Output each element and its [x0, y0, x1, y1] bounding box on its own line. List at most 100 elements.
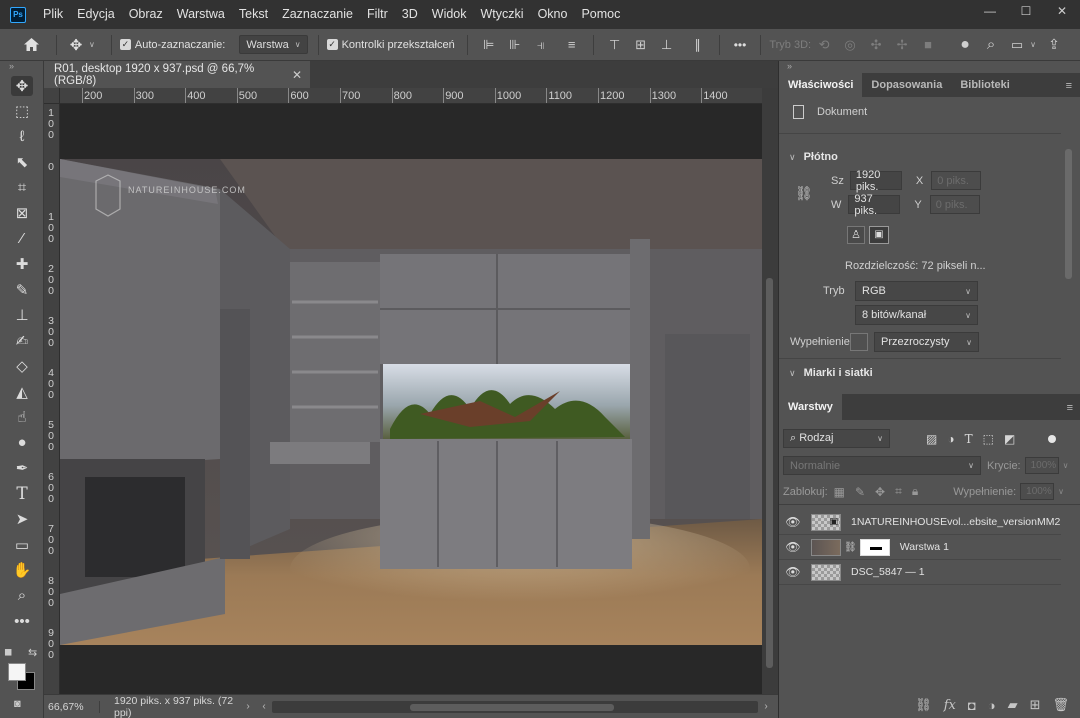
marquee-tool[interactable]: ⬚ [0, 99, 44, 125]
share-icon[interactable]: ⇪ [1044, 35, 1064, 55]
healing-brush-tool[interactable]: ✚ [0, 252, 44, 278]
move-tool-icon[interactable]: ✥ [65, 34, 87, 56]
fill-chevron-down-icon[interactable]: ∨ [1058, 487, 1064, 496]
move-tool[interactable]: ✥ [0, 73, 44, 99]
align-left-icon[interactable]: ⊫ [479, 35, 499, 55]
fill-dropdown[interactable]: Przezroczysty ∨ [874, 332, 979, 352]
link-dimensions-icon[interactable]: ⛓ [795, 185, 813, 202]
lock-pixels-icon[interactable]: ✎ [855, 485, 865, 499]
menu-obraz[interactable]: Obraz [122, 0, 170, 29]
layer-row[interactable]: 👁︎ DSC_5847 — 1 [779, 560, 1061, 585]
width-field[interactable]: 1920 piks. [849, 169, 902, 193]
layer-row[interactable]: 👁︎ ⛓ Warstwa 1 [779, 535, 1061, 560]
panel-grip-icon[interactable]: » [779, 61, 1080, 73]
x-field[interactable]: 0 piks. [931, 171, 982, 190]
tab-layers[interactable]: Warstwy [779, 394, 842, 420]
gradient-tool[interactable]: ◭ [0, 379, 44, 405]
landscape-orientation-icon[interactable]: ▣ [869, 226, 889, 244]
layers-panel-menu-icon[interactable]: ≡ [1067, 402, 1073, 414]
delete-layer-trash-icon[interactable]: 🗑︎ [1052, 697, 1069, 713]
auto-select-checkbox[interactable]: ✓ Auto-zaznaczanie: [119, 39, 225, 51]
properties-scroll-thumb[interactable] [1065, 149, 1072, 279]
maximize-button[interactable]: ☐ [1008, 0, 1044, 22]
search-icon[interactable]: ⌕ [981, 35, 1001, 55]
menu-tekst[interactable]: Tekst [232, 0, 275, 29]
horizontal-scroll-thumb[interactable] [410, 703, 614, 711]
more-options-button[interactable]: ••• [734, 38, 747, 52]
pen-tool[interactable]: ✒ [0, 456, 44, 482]
filter-type-icon[interactable]: T [965, 432, 973, 446]
menu-okno[interactable]: Okno [531, 0, 575, 29]
align-right-icon[interactable]: ⫣ [531, 35, 551, 55]
color-mode-dropdown[interactable]: RGB ∨ [855, 281, 978, 301]
bit-depth-dropdown[interactable]: 8 bitów/kanał ∨ [855, 305, 978, 325]
swap-colors-icon[interactable]: ⇆ [28, 646, 37, 659]
filter-adjustment-icon[interactable]: ◑ [947, 432, 954, 446]
fill-color-swatch[interactable] [850, 333, 868, 351]
filter-shape-icon[interactable]: ⬚ [983, 432, 994, 446]
panel-menu-icon[interactable]: ≡ [1066, 80, 1072, 92]
auto-select-target-dropdown[interactable]: Warstwa ∨ [239, 35, 308, 54]
brush-tool[interactable]: ✎ [0, 277, 44, 303]
filter-pixel-icon[interactable]: ▨ [926, 432, 937, 446]
workspace-icon[interactable]: ▭ [1007, 35, 1027, 55]
visibility-eye-icon[interactable]: 👁︎ [779, 515, 807, 529]
align-top-icon[interactable]: ⊤ [605, 35, 625, 55]
align-bottom-icon[interactable]: ⊥ [657, 35, 677, 55]
rulers-section-header[interactable]: ∨ Miarki i siatki [789, 367, 873, 379]
layer-style-fx-icon[interactable]: fx [944, 698, 956, 713]
align-horizontal-center-icon[interactable]: ⊪ [505, 35, 525, 55]
canvas-section-header[interactable]: ∨ Płótno [789, 151, 838, 163]
quick-mask-icon[interactable]: ◙ [14, 698, 21, 710]
type-tool[interactable]: T [0, 481, 44, 507]
layer-mask-thumbnail[interactable] [859, 538, 890, 556]
ruler-origin[interactable] [44, 88, 60, 104]
visibility-eye-icon[interactable]: 👁︎ [779, 540, 807, 554]
lock-all-icon[interactable]: 🔒︎ [912, 484, 918, 499]
opacity-chevron-down-icon[interactable]: ∨ [1063, 461, 1069, 470]
home-icon[interactable] [20, 34, 42, 56]
height-field[interactable]: 937 piks. [848, 193, 901, 217]
eraser-tool[interactable]: ◇ [0, 354, 44, 380]
frame-tool[interactable]: ⊠ [0, 201, 44, 227]
foreground-color-swatch[interactable] [8, 663, 26, 681]
new-layer-icon[interactable]: ⊞ [1030, 697, 1041, 713]
menu-pomoc[interactable]: Pomoc [574, 0, 627, 29]
menu-widok[interactable]: Widok [425, 0, 474, 29]
menu-plik[interactable]: Plik [36, 0, 70, 29]
layer-filter-kind-dropdown[interactable]: ⌕ Rodzaj ∨ [783, 429, 890, 448]
canvas-area[interactable]: NATUREINHOUSE.COM [60, 104, 762, 694]
filter-toggle[interactable] [1048, 434, 1057, 443]
lock-transparent-icon[interactable]: ▦ [834, 485, 845, 499]
tool-preset-chevron-down-icon[interactable]: ∨ [89, 40, 95, 49]
status-menu-chevron-icon[interactable]: › [240, 701, 256, 712]
tab-adjustments[interactable]: Dopasowania [862, 73, 951, 97]
y-field[interactable]: 0 piks. [929, 195, 980, 214]
new-group-folder-icon[interactable]: ▰ [1008, 697, 1018, 713]
filter-smart-object-icon[interactable]: ◩ [1004, 432, 1015, 446]
close-window-button[interactable]: ✕ [1044, 0, 1080, 22]
eyedropper-tool[interactable]: ⁄ [0, 226, 44, 252]
lock-artboard-icon[interactable]: ⌗ [895, 484, 902, 499]
opacity-field[interactable]: 100% [1024, 457, 1059, 474]
hand-tool[interactable]: ✋ [0, 558, 44, 584]
vertical-scrollbar[interactable] [762, 88, 778, 694]
tab-libraries[interactable]: Biblioteki [951, 73, 1019, 97]
minimize-button[interactable]: — [972, 0, 1008, 22]
crop-tool[interactable]: ⌗ [0, 175, 44, 201]
user-icon[interactable]: ● [955, 35, 975, 55]
lock-position-icon[interactable]: ✥ [875, 485, 885, 499]
horizontal-ruler[interactable]: 200 300 400 500 600 700 800 900 1000 1100 1200 1300… [60, 88, 762, 104]
workspace-chevron-down-icon[interactable]: ∨ [1030, 40, 1036, 49]
layer-fill-field[interactable]: 100% [1020, 483, 1055, 500]
menu-wtyczki[interactable]: Wtyczki [474, 0, 531, 29]
menu-edycja[interactable]: Edycja [70, 0, 122, 29]
clone-stamp-tool[interactable]: ⊥ [0, 303, 44, 329]
vertical-ruler[interactable]: 100 0 100 200 300 400 500 600 700 800 900 [44, 104, 60, 694]
history-brush-tool[interactable]: ✍ [0, 328, 44, 354]
document-tab[interactable]: R01, desktop 1920 x 937.psd @ 66,7% (RGB… [44, 61, 310, 88]
zoom-tool[interactable]: ⌕ [0, 583, 44, 609]
tab-properties[interactable]: Właściwości [779, 73, 863, 97]
distribute-vertical-icon[interactable]: ≡ [562, 35, 582, 55]
scroll-left-icon[interactable]: ‹ [256, 701, 272, 712]
